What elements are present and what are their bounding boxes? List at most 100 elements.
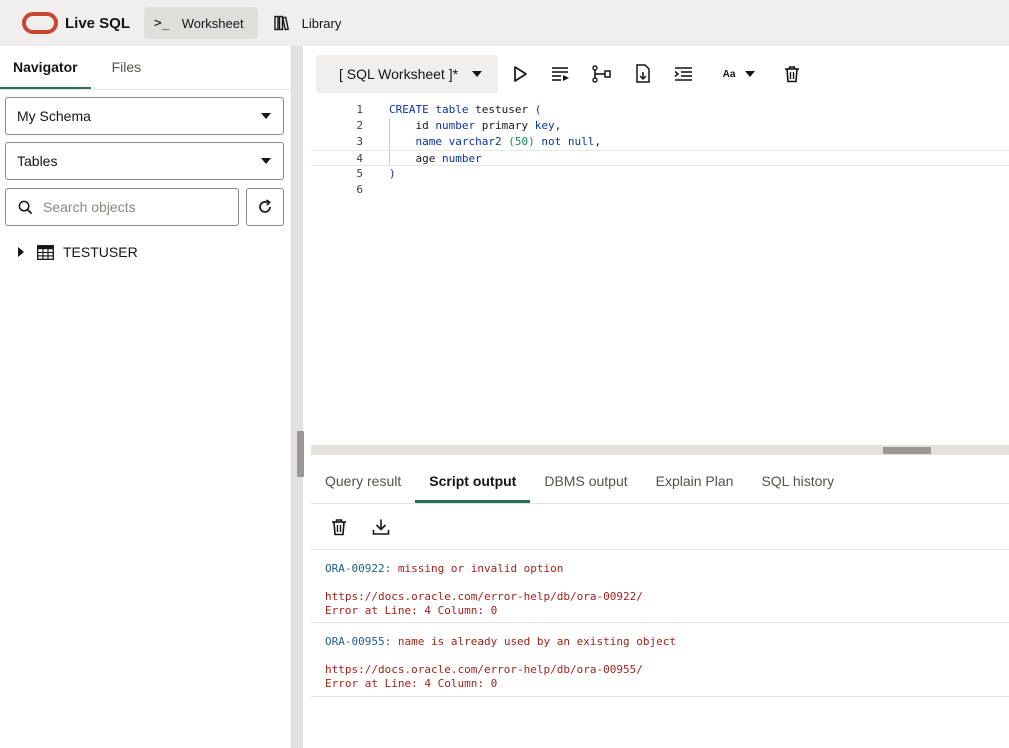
app-name: Live SQL: [65, 14, 131, 32]
code-text: id number primary key,: [389, 118, 561, 134]
code-line[interactable]: 5): [311, 166, 1009, 182]
tab-script-output[interactable]: Script output: [415, 461, 531, 503]
run-script-icon: [552, 67, 569, 81]
brand[interactable]: Live SQL: [22, 0, 130, 46]
code-token: ,: [594, 135, 601, 148]
top-header: Live SQL >_ Worksheet Library: [0, 0, 1009, 46]
error-line: ORA-00955: name is already used by an ex…: [325, 635, 1009, 649]
code-token: not null: [541, 135, 595, 148]
code-token: age: [389, 152, 442, 165]
code-token: number: [435, 119, 482, 132]
tab-query-result[interactable]: Query result: [311, 461, 415, 503]
search-input[interactable]: [43, 199, 213, 215]
terminal-icon: >_: [154, 15, 170, 31]
font-size-button[interactable]: Aa: [719, 61, 759, 87]
editor-toolbar: [ SQL Worksheet ]* Aa: [311, 46, 1009, 102]
download-icon: [372, 519, 390, 535]
code-token: id: [389, 119, 436, 132]
object-type-select-value: Tables: [17, 153, 58, 169]
tab-explain-plan[interactable]: Explain Plan: [642, 461, 748, 503]
top-nav: >_ Worksheet Library: [144, 0, 355, 46]
line-number: 2: [356, 119, 363, 132]
line-number: 3: [356, 135, 363, 148]
code-token: key: [534, 119, 555, 132]
explain-plan-button[interactable]: [589, 61, 615, 87]
splitter-handle[interactable]: [297, 431, 304, 477]
tab-sql-history[interactable]: SQL history: [747, 461, 848, 503]
download-output-button[interactable]: [368, 514, 394, 540]
output-message: ORA-00955: name is already used by an ex…: [311, 635, 1009, 697]
worksheet-tab[interactable]: [ SQL Worksheet ]*: [316, 55, 498, 93]
schema-select[interactable]: My Schema: [5, 97, 284, 135]
code-token: (: [534, 103, 542, 116]
chevron-right-icon[interactable]: [18, 247, 24, 257]
output-tabs: Query result Script output DBMS output E…: [311, 461, 1009, 504]
code-token: (50): [508, 135, 542, 148]
chevron-down-icon: [261, 158, 271, 164]
code-token: name varchar2: [389, 135, 509, 148]
tree-item-label: TESTUSER: [63, 244, 138, 260]
chevron-down-icon[interactable]: [472, 71, 483, 77]
nav-worksheet-label: Worksheet: [181, 15, 244, 31]
nav-library-label: Library: [301, 15, 342, 31]
code-text: CREATE table testuser (: [389, 102, 541, 118]
error-line: ORA-00922: missing or invalid option: [325, 562, 1009, 576]
run-script-button[interactable]: [548, 61, 574, 87]
error-text: : missing or invalid option: [384, 562, 564, 575]
nav-library[interactable]: Library: [264, 7, 356, 39]
line-number: 6: [356, 183, 363, 196]
worksheet-tab-label: [ SQL Worksheet ]*: [339, 66, 459, 82]
code-token: ): [389, 167, 396, 180]
code-line[interactable]: 3 name varchar2 (50) not null,: [311, 134, 1009, 150]
error-location: Error at Line: 4 Column: 0: [325, 604, 498, 617]
output-toolbar: [311, 504, 1009, 550]
error-text: : name is already used by an existing ob…: [384, 635, 677, 648]
navigator-panel: Navigator Files My Schema Tables Search …: [0, 46, 292, 748]
code-line[interactable]: 6: [311, 182, 1009, 198]
format-icon: [674, 67, 692, 81]
error-help-link[interactable]: https://docs.oracle.com/error-help/db/or…: [325, 590, 1009, 604]
run-statement-button[interactable]: [507, 61, 533, 87]
code-text: ): [389, 166, 396, 182]
tab-dbms-output[interactable]: DBMS output: [530, 461, 641, 503]
chevron-down-icon: [261, 113, 271, 119]
trash-icon: [332, 518, 346, 535]
code-token: primary: [481, 119, 535, 132]
nav-worksheet[interactable]: >_ Worksheet: [144, 7, 258, 39]
line-number: 5: [356, 167, 363, 180]
error-location: Error at Line: 4 Column: 0: [325, 677, 498, 690]
tab-files[interactable]: Files: [99, 46, 155, 89]
explain-plan-icon: [592, 65, 611, 83]
refresh-button[interactable]: [246, 188, 284, 226]
tab-navigator[interactable]: Navigator: [0, 46, 91, 89]
line-number: 4: [356, 152, 363, 165]
code-token: testuser: [475, 103, 535, 116]
clear-output-button[interactable]: [326, 514, 352, 540]
code-token: ,: [554, 119, 562, 132]
sql-editor[interactable]: 1 CREATE table testuser (2 id number prim…: [311, 102, 1009, 442]
chevron-down-icon: [745, 71, 756, 77]
table-icon: [37, 244, 54, 260]
output-message: ORA-00922: missing or invalid option htt…: [311, 562, 1009, 623]
code-line[interactable]: 2 id number primary key,: [311, 118, 1009, 134]
error-help-link[interactable]: https://docs.oracle.com/error-help/db/or…: [325, 663, 1009, 677]
navigator-tabs: Navigator Files: [0, 46, 291, 90]
search-box: [5, 188, 239, 226]
panel-splitter: [292, 46, 311, 748]
object-type-select[interactable]: Tables: [5, 142, 284, 180]
clear-button[interactable]: [779, 61, 805, 87]
code-text: age number: [389, 151, 481, 167]
books-icon: [273, 15, 289, 31]
autotrace-button[interactable]: [630, 61, 656, 87]
code-line[interactable]: 1 CREATE table testuser (: [311, 102, 1009, 118]
tree-item-testuser[interactable]: TESTUSER: [18, 242, 138, 262]
code-line[interactable]: 4 age number: [311, 150, 1009, 166]
format-button[interactable]: [671, 61, 697, 87]
code-text: name varchar2 (50) not null,: [389, 134, 601, 150]
splitter-bar: [292, 46, 303, 748]
line-number: 1: [356, 103, 363, 116]
run-statement-icon: [514, 66, 527, 82]
resize-handle[interactable]: [883, 447, 931, 454]
